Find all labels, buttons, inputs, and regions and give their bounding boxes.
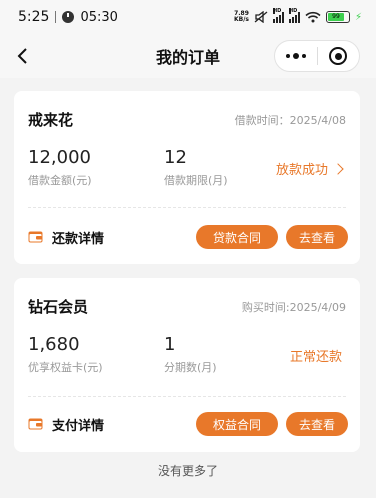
- order-card-footer: 还款详情 贷款合同 去查看: [28, 225, 348, 249]
- nav-bar: 我的订单: [0, 34, 376, 78]
- no-more-text: 没有更多了: [157, 464, 218, 478]
- charging-icon: ⚡: [354, 11, 362, 23]
- more-button[interactable]: [275, 41, 317, 71]
- order-time: 借款时间：2025/4/08: [234, 113, 346, 127]
- hd-badge-1: HD: [272, 7, 282, 14]
- hd-badge-2: HD: [288, 7, 298, 14]
- clock-icon: [62, 11, 75, 23]
- order-card-header: 戒来花 借款时间：2025/4/08: [28, 109, 346, 130]
- repayment-status: 正常还款: [290, 346, 342, 365]
- status-time: 5:25: [18, 9, 50, 25]
- order-name: 戒来花: [28, 111, 74, 129]
- view-button[interactable]: 去查看: [286, 225, 348, 249]
- order-card-header: 钻石会员 购买时间:2025/4/09: [28, 296, 346, 317]
- loan-term-label: 借款期限(月): [164, 174, 228, 187]
- loan-amount-value: 12,000: [28, 147, 91, 168]
- repayment-status-text: 正常还款: [289, 350, 342, 365]
- more-icon: [285, 53, 306, 59]
- loan-status-text: 放款成功: [275, 163, 328, 178]
- loan-amount-label: 借款金额(元): [28, 174, 92, 187]
- back-icon[interactable]: [12, 44, 36, 68]
- status-right: 7.89 KB/s HD HD 99 ⚡: [234, 7, 362, 23]
- order-card: 戒来花 借款时间：2025/4/08 12,000 借款金额(元) 12 借款期…: [14, 91, 360, 264]
- benefit-card-label: 优享权益卡(元): [28, 361, 103, 374]
- page-title: 我的订单: [155, 48, 220, 67]
- loan-amount-stat: 12,000 借款金额(元): [28, 147, 92, 188]
- card-divider: [28, 396, 346, 397]
- close-miniapp-button[interactable]: [318, 41, 360, 71]
- network-speed: 7.89 KB/s: [234, 11, 249, 23]
- loan-contract-button[interactable]: 贷款合同: [196, 225, 278, 249]
- loan-term-value: 12: [164, 147, 187, 168]
- repayment-details-label[interactable]: 还款详情: [52, 228, 104, 247]
- benefit-contract-button[interactable]: 权益合同: [196, 412, 278, 436]
- wallet-icon: [28, 231, 43, 243]
- benefit-card-stat: 1,680 优享权益卡(元): [28, 334, 103, 375]
- signal-icon-2: HD: [288, 7, 300, 23]
- order-card-footer: 支付详情 权益合同 去查看: [28, 412, 348, 436]
- status-left: 5:25 05:30: [18, 9, 118, 25]
- status-divider: [55, 11, 57, 23]
- installments-value: 1: [164, 334, 176, 355]
- mute-icon: [254, 11, 268, 23]
- installments-stat: 1 分期数(月): [164, 334, 217, 375]
- loan-status-link[interactable]: 放款成功: [275, 159, 344, 178]
- chevron-right-icon: [332, 162, 344, 175]
- installments-label: 分期数(月): [164, 361, 217, 374]
- order-card: 钻石会员 购买时间:2025/4/09 1,680 优享权益卡(元) 1 分期数…: [14, 278, 360, 452]
- battery-level: 99: [327, 13, 344, 21]
- wifi-icon: [305, 11, 321, 23]
- miniapp-capsule: [274, 40, 360, 72]
- wallet-icon: [28, 418, 43, 430]
- battery-icon: 99: [325, 11, 350, 23]
- benefit-card-value: 1,680: [28, 334, 80, 355]
- order-name: 钻石会员: [28, 298, 89, 316]
- order-card-actions: 贷款合同 去查看: [196, 225, 348, 249]
- view-button[interactable]: 去查看: [286, 412, 348, 436]
- order-time: 购买时间:2025/4/09: [241, 300, 346, 314]
- network-speed-unit: KB/s: [233, 16, 249, 23]
- status-clock-time: 05:30: [80, 9, 118, 25]
- status-bar: 5:25 05:30 7.89 KB/s HD HD 99 ⚡: [0, 0, 376, 34]
- signal-icon-1: HD: [272, 7, 284, 23]
- close-circle-icon: [329, 47, 348, 65]
- order-card-actions: 权益合同 去查看: [196, 412, 348, 436]
- card-divider: [28, 207, 346, 208]
- payment-details-label[interactable]: 支付详情: [52, 415, 104, 434]
- loan-term-stat: 12 借款期限(月): [164, 147, 228, 188]
